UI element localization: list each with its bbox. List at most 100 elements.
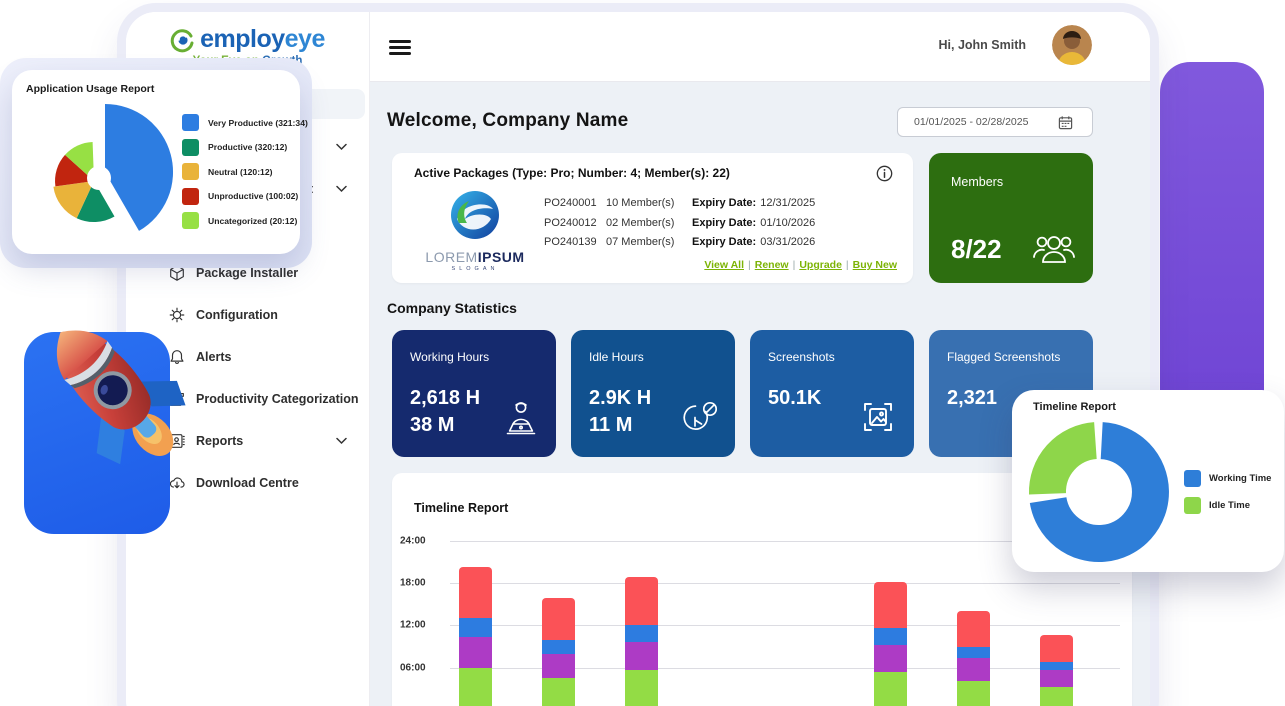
link-separator: |	[846, 259, 849, 271]
legend-label: Working Time	[1209, 473, 1271, 484]
topbar: Hi, John Smith	[370, 12, 1150, 82]
bar-segment-green	[874, 672, 907, 706]
legend-item: Unproductive (100:02)	[182, 188, 308, 205]
bar-segment-red	[625, 577, 658, 625]
buy-new-link[interactable]: Buy New	[853, 259, 897, 271]
package-id: PO240001	[544, 197, 606, 209]
brand-name: employeye	[200, 25, 325, 54]
stat-card-idle-hours: Idle Hours 2.9K H11 M	[571, 330, 735, 457]
package-links: View All|Renew|Upgrade|Buy New	[704, 259, 897, 271]
bar-segment-green	[1040, 687, 1073, 706]
bar-segment-blue	[542, 640, 575, 653]
legend-swatch	[1184, 470, 1201, 487]
bar-segment-green	[625, 670, 658, 706]
legend-item: Productive (320:12)	[182, 139, 308, 156]
stat-card-working-hours: Working Hours 2,618 H38 M	[392, 330, 556, 457]
renew-link[interactable]: Renew	[755, 259, 789, 271]
date-range-input[interactable]	[898, 116, 1056, 128]
stat-value: 2,618 H38 M	[410, 385, 480, 439]
legend-label: Idle Time	[1209, 500, 1250, 511]
stat-card-screenshots: Screenshots 50.1K	[750, 330, 914, 457]
chevron-down-icon	[336, 144, 347, 151]
expiry-date: 03/31/2026	[760, 236, 815, 248]
bar-segment-green	[459, 668, 492, 706]
legend-item: Very Productive (321:34)	[182, 114, 308, 131]
employeye-eye-icon	[170, 27, 196, 53]
package-members: 02 Member(s)	[606, 217, 692, 229]
vendor-slogan: SLOGAN	[420, 266, 530, 272]
expiry-label: Expiry Date:	[692, 236, 756, 248]
active-packages-title: Active Packages (Type: Pro; Number: 4; M…	[414, 166, 730, 180]
package-id: PO240139	[544, 236, 606, 248]
view-all-link[interactable]: View All	[704, 259, 744, 271]
expiry-date: 12/31/2025	[760, 197, 815, 209]
bar-segment-green	[957, 681, 990, 706]
stat-value: 50.1K	[768, 385, 821, 412]
avatar-image	[1052, 25, 1092, 65]
package-rows: PO240001 10 Member(s) Expiry Date: 12/31…	[544, 197, 815, 256]
bar-segment-red	[1040, 635, 1073, 662]
rocket-illustration	[0, 270, 230, 560]
package-row: PO240012 02 Member(s) Expiry Date: 01/10…	[544, 217, 815, 229]
legend-swatch	[182, 139, 199, 156]
stat-label: Flagged Screenshots	[947, 350, 1060, 364]
members-card: Members 8/22	[929, 153, 1093, 283]
members-group-icon	[1031, 229, 1077, 267]
members-label: Members	[951, 175, 1003, 189]
usage-legend: Very Productive (321:34) Productive (320:…	[182, 114, 308, 237]
stat-label: Screenshots	[768, 350, 835, 364]
y-axis-tick: 18:00	[400, 577, 444, 588]
legend-item: Working Time	[1184, 470, 1271, 487]
timeline-overlay-legend: Working Time Idle Time	[1184, 470, 1271, 524]
pie-slice-very-productive	[105, 104, 173, 231]
legend-label: Unproductive (100:02)	[208, 191, 298, 201]
info-icon[interactable]	[876, 165, 893, 182]
bar-segment-green	[542, 678, 575, 706]
bar-segment-blue	[957, 647, 990, 658]
stat-label: Idle Hours	[589, 350, 644, 364]
legend-item: Idle Time	[1184, 497, 1271, 514]
legend-swatch	[182, 163, 199, 180]
bar-segment-purple	[542, 654, 575, 678]
y-axis-tick: 06:00	[400, 662, 444, 673]
link-separator: |	[793, 259, 796, 271]
vendor-logo-mark	[449, 189, 501, 241]
upgrade-link[interactable]: Upgrade	[799, 259, 842, 271]
vendor-word2: IPSUM	[478, 249, 525, 265]
expiry-label: Expiry Date:	[692, 217, 756, 229]
timeline-report-overlay-card: Timeline Report Working TimeIdle Time	[1012, 390, 1284, 572]
page-title: Welcome, Company Name	[387, 110, 628, 132]
expiry-date: 01/10/2026	[760, 217, 815, 229]
bar-segment-red	[542, 598, 575, 640]
idle-clock-icon	[677, 398, 721, 443]
legend-label: Uncategorized (20:12)	[208, 216, 297, 226]
y-axis-tick: 12:00	[400, 620, 444, 631]
user-greeting: Hi, John Smith	[939, 38, 1027, 52]
date-range-picker[interactable]	[897, 107, 1093, 137]
package-row: PO240139 07 Member(s) Expiry Date: 03/31…	[544, 236, 815, 248]
chevron-down-icon	[336, 438, 347, 445]
bar-segment-red	[957, 611, 990, 647]
bar-segment-purple	[957, 658, 990, 681]
package-members: 07 Member(s)	[606, 236, 692, 248]
hamburger-menu-icon[interactable]	[389, 40, 411, 55]
legend-item: Neutral (120:12)	[182, 163, 308, 180]
vendor-word1: LOREM	[425, 249, 477, 265]
application-usage-report-title: Application Usage Report	[26, 83, 154, 95]
package-members: 10 Member(s)	[606, 197, 692, 209]
bar-segment-purple	[874, 645, 907, 672]
package-row: PO240001 10 Member(s) Expiry Date: 12/31…	[544, 197, 815, 209]
person-laptop-icon	[500, 398, 542, 443]
legend-swatch	[182, 188, 199, 205]
company-statistics-title: Company Statistics	[387, 300, 517, 316]
bar-segment-blue	[625, 625, 658, 642]
user-avatar[interactable]	[1052, 25, 1092, 65]
bar-segment-purple	[625, 642, 658, 671]
screenshot-icon	[856, 396, 900, 443]
bar-segment-purple	[459, 637, 492, 668]
stat-value: 2.9K H11 M	[589, 385, 651, 439]
calendar-icon	[1058, 115, 1073, 130]
link-separator: |	[748, 259, 751, 271]
bar-segment-red	[874, 582, 907, 628]
rocket-icon	[8, 270, 218, 500]
